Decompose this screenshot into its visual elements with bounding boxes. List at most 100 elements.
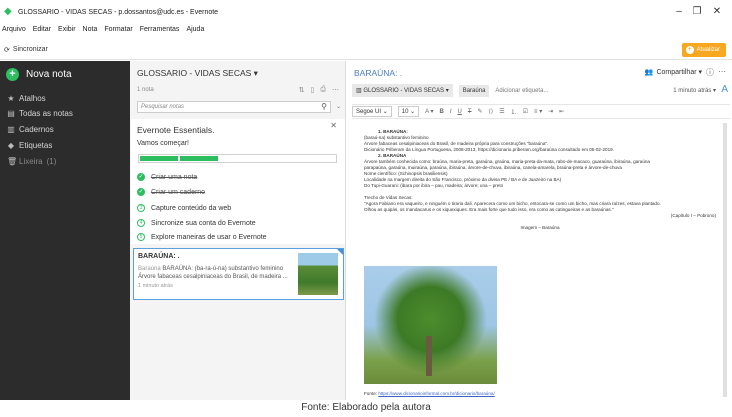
view-options-icon[interactable]: ▯	[311, 86, 315, 94]
menu-nota[interactable]: Nota	[83, 26, 98, 38]
sidebar-item-label: Todas as notas	[19, 109, 73, 118]
close-icon[interactable]: ✕	[330, 121, 337, 130]
sidebar-item-atalhos[interactable]: ★ Atalhos	[7, 94, 46, 103]
new-note-button[interactable]: + Nova nota	[6, 68, 72, 81]
share-button[interactable]: 👥 Compartilhar ▾	[645, 68, 702, 76]
menu-exibir[interactable]: Exibir	[58, 26, 76, 38]
sort-icon[interactable]: ⇅	[299, 86, 305, 94]
font-family-select[interactable]: Segoe UI ⌄	[352, 106, 392, 117]
sidebar-item-todas-as-notas[interactable]: ▤ Todas as notas	[7, 109, 73, 118]
note-editor: BARAÚNA: . 👥 Compartilhar ▾ ⓘ ⋯ ▥ GLOSSA…	[347, 61, 732, 400]
sidebar: + Nova nota ★ Atalhos ▤ Todas as notas ▥…	[0, 61, 130, 400]
trash-icon: 🗑	[7, 157, 18, 166]
sidebar-item-label: Atalhos	[19, 94, 46, 103]
editor-scrollbar[interactable]	[723, 123, 727, 397]
check-icon: ✓	[137, 173, 145, 181]
search-placeholder: Pesquisar notas	[141, 104, 185, 110]
code-icon[interactable]: ⟨⟩	[489, 108, 494, 115]
maximize-button[interactable]: ❐	[690, 6, 704, 17]
source-link[interactable]: https://www.dicionarioinformal.com.br/di…	[378, 391, 494, 396]
menu-bar: Arquivo Editar Exibir Nota Formatar Ferr…	[0, 26, 204, 38]
toolbar: ⟳ Sincronizar + Atualizar	[0, 40, 732, 60]
evernote-logo-icon: ◆	[4, 6, 12, 17]
essentials-progress-bar	[138, 154, 337, 163]
sidebar-item-etiquetas[interactable]: ◆ Etiquetas	[7, 141, 52, 150]
indent-icon[interactable]: ⇥	[548, 108, 553, 115]
plus-icon: +	[6, 68, 19, 81]
step-number-icon: 5	[137, 233, 145, 241]
note-thumbnail	[298, 253, 338, 295]
menu-formatar[interactable]: Formatar	[104, 26, 132, 38]
image-source: Fonte: https://www.dicionarioinformal.co…	[364, 391, 495, 396]
strikethrough-icon[interactable]: T	[468, 109, 472, 115]
task-item[interactable]: ✓ Criar um caderno	[137, 188, 205, 196]
selected-corner	[337, 249, 343, 255]
font-size-select[interactable]: 10 ⌄	[397, 106, 420, 117]
menu-ajuda[interactable]: Ajuda	[186, 26, 204, 38]
minimize-button[interactable]: –	[672, 6, 686, 17]
menu-arquivo[interactable]: Arquivo	[2, 26, 26, 38]
sidebar-item-cadernos[interactable]: ▥ Cadernos	[7, 125, 54, 134]
outdent-icon[interactable]: ⇤	[559, 108, 564, 115]
upgrade-button[interactable]: + Atualizar	[681, 43, 726, 57]
search-options-icon[interactable]: ⌄	[336, 103, 341, 110]
text-color-icon[interactable]: A ▾	[425, 108, 433, 115]
progress-segment	[180, 156, 218, 161]
notebook-title[interactable]: GLOSSARIO - VIDAS SECAS ▾	[137, 68, 258, 79]
essentials-subtitle: Vamos começar!	[137, 140, 189, 147]
task-item[interactable]: 5 Explore maneiras de usar o Evernote	[137, 233, 267, 241]
sidebar-item-label: Cadernos	[19, 125, 54, 134]
menu-ferramentas[interactable]: Ferramentas	[140, 26, 180, 38]
tag-chip[interactable]: Baraúna	[458, 84, 490, 97]
menu-editar[interactable]: Editar	[33, 26, 51, 38]
underline-icon[interactable]: U	[458, 109, 462, 115]
search-icon[interactable]: ⚲	[321, 102, 327, 111]
note-card-date: 1 minuto atrás	[138, 283, 173, 289]
note-card-title: BARAÚNA: .	[138, 253, 180, 260]
task-item[interactable]: 3 Capture conteúdo da web	[137, 204, 231, 212]
info-icon[interactable]: ⓘ	[706, 67, 714, 78]
essentials-card: Evernote Essentials. ✕ Vamos começar! ✓ …	[131, 119, 345, 244]
note-list-panel: GLOSSARIO - VIDAS SECAS ▾ 1 nota ⇅ ▯ ⎙ ⋯…	[130, 61, 346, 400]
add-tag-input[interactable]: Adicionar etiqueta...	[495, 88, 548, 94]
bullet-list-icon[interactable]: ☰	[499, 108, 504, 115]
upgrade-icon: +	[685, 46, 694, 54]
check-icon: ✓	[137, 188, 145, 196]
more-icon[interactable]: ⋯	[332, 86, 339, 94]
updated-time[interactable]: 1 minuto atrás ▾	[673, 87, 716, 94]
trash-count: (1)	[46, 157, 57, 166]
tag-icon: ◆	[7, 141, 15, 150]
notebook-selector[interactable]: ▥ GLOSSARIO - VIDAS SECAS ▾	[352, 84, 453, 97]
sync-icon: ⟳	[4, 46, 10, 54]
align-icon[interactable]: ≡ ▾	[534, 108, 542, 115]
notebook-icon: ▥	[356, 88, 362, 94]
window-title: GLOSSARIO - VIDAS SECAS - p.dossantos@ud…	[18, 8, 219, 16]
checkbox-icon[interactable]: ☑	[523, 108, 528, 115]
task-item[interactable]: ✓ Criar uma nota	[137, 173, 197, 181]
sidebar-item-label: Etiquetas	[19, 141, 53, 150]
close-button[interactable]: ✕	[710, 6, 724, 17]
more-icon[interactable]: ⋯	[718, 67, 726, 76]
sidebar-item-label: Lixeira	[19, 157, 43, 166]
italic-icon[interactable]: I	[450, 109, 452, 115]
note-content[interactable]: 1. BARAÚNA: (baraú-na) substantivo femini…	[364, 129, 716, 231]
figure-caption: Fonte: Elaborado pela autora	[301, 402, 431, 413]
numbered-list-icon[interactable]: ⒈	[511, 107, 517, 116]
notes-icon: ▤	[7, 109, 15, 118]
search-input[interactable]: Pesquisar notas ⚲	[137, 101, 331, 113]
task-item[interactable]: 4 Sincronize sua conta do Evernote	[137, 219, 256, 227]
tree-trunk	[426, 336, 432, 376]
content-line: Imagem – Baraúna	[520, 225, 560, 230]
notebook-icon: ▥	[7, 125, 15, 134]
upgrade-label: Atualizar	[696, 47, 720, 53]
bold-icon[interactable]: B	[439, 109, 443, 115]
sync-button[interactable]: ⟳ Sincronizar	[4, 46, 48, 54]
note-title[interactable]: BARAÚNA: .	[354, 68, 402, 78]
new-note-label: Nova nota	[26, 69, 72, 80]
sidebar-item-lixeira[interactable]: 🗑 Lixeira (1)	[7, 157, 56, 166]
step-number-icon: 4	[137, 219, 145, 227]
highlight-icon[interactable]: ✎	[478, 108, 483, 115]
note-card[interactable]: BARAÚNA: . Baraúna BARAÚNA: (ba-ra-ú-na)…	[133, 248, 344, 300]
font-a-icon[interactable]: A	[721, 84, 728, 95]
notebook-info-icon[interactable]: ⎙	[320, 86, 326, 94]
